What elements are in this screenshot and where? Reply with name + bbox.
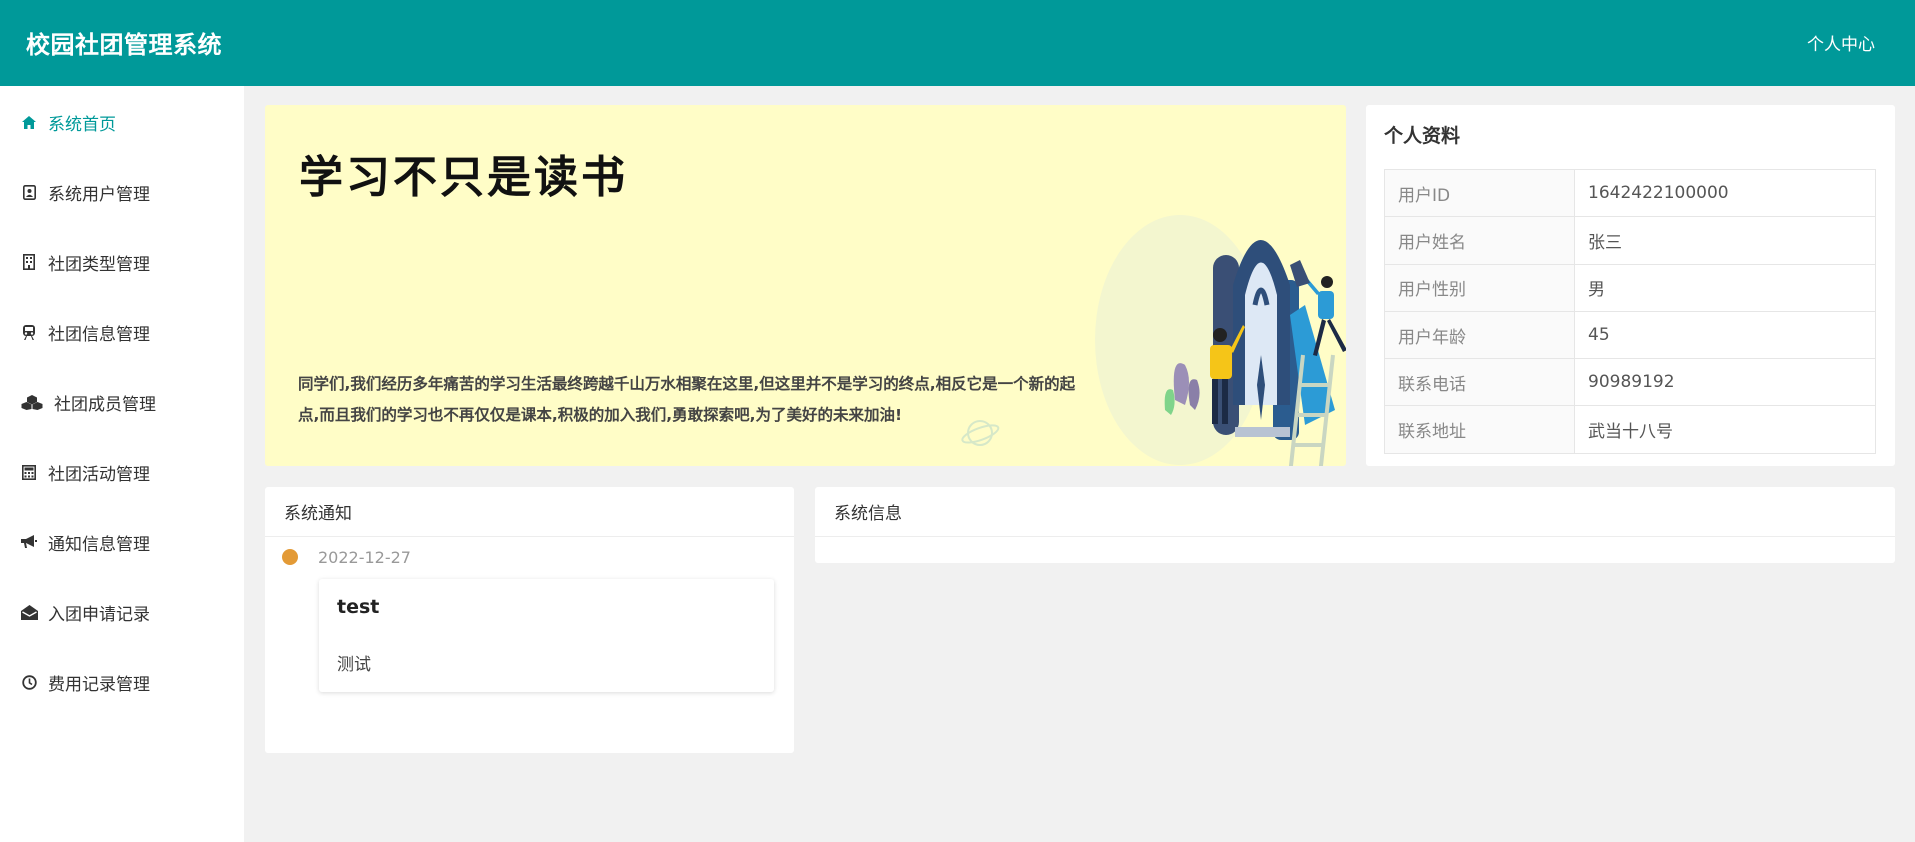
user-card-icon bbox=[18, 184, 40, 200]
sidebar: 系统首页 系统用户管理 社团类型管理 社团信息管理 社团成员管理 社团活动管理 bbox=[0, 86, 244, 842]
top-header: 校园社团管理系统 个人中心 bbox=[0, 0, 1915, 86]
table-row: 用户年龄 45 bbox=[1384, 310, 1876, 360]
system-info-card: 系统信息 bbox=[815, 487, 1895, 563]
bullhorn-icon bbox=[18, 535, 40, 549]
table-row: 用户ID 1642422100000 bbox=[1384, 168, 1876, 218]
sidebar-item-label: 系统用户管理 bbox=[48, 184, 150, 205]
profile-value: 90989192 bbox=[1574, 358, 1876, 407]
home-icon bbox=[18, 115, 40, 129]
sidebar-item-label: 入团申请记录 bbox=[48, 604, 150, 625]
sidebar-item-label: 社团成员管理 bbox=[54, 394, 156, 415]
profile-key: 联系地址 bbox=[1384, 405, 1575, 454]
sidebar-item-label: 社团活动管理 bbox=[48, 464, 150, 485]
profile-key: 联系电话 bbox=[1384, 358, 1575, 407]
table-row: 用户性别 男 bbox=[1384, 263, 1876, 312]
table-row: 联系地址 武当十八号 bbox=[1384, 405, 1876, 454]
system-info-title: 系统信息 bbox=[815, 487, 1895, 537]
sidebar-item-fees[interactable]: 费用记录管理 bbox=[0, 662, 244, 702]
planet-icon bbox=[961, 420, 1000, 446]
profile-value: 1642422100000 bbox=[1574, 168, 1876, 218]
timeline-dot bbox=[282, 549, 298, 565]
sidebar-item-label: 社团类型管理 bbox=[48, 254, 150, 275]
train-icon bbox=[18, 324, 40, 340]
notice-card-title: 系统通知 bbox=[265, 487, 794, 537]
envelope-open-icon bbox=[18, 604, 40, 620]
user-center-link[interactable]: 个人中心 bbox=[1807, 30, 1875, 55]
profile-key: 用户性别 bbox=[1384, 263, 1575, 312]
profile-key: 用户姓名 bbox=[1384, 216, 1575, 265]
profile-card: 个人资料 用户ID 1642422100000 用户姓名 张三 用户性别 男 用… bbox=[1366, 105, 1895, 466]
sidebar-item-notices[interactable]: 通知信息管理 bbox=[0, 522, 244, 562]
sidebar-item-label: 社团信息管理 bbox=[48, 324, 150, 345]
profile-value: 男 bbox=[1574, 263, 1876, 312]
sidebar-item-home[interactable]: 系统首页 bbox=[0, 102, 244, 142]
building-icon bbox=[18, 254, 40, 270]
sidebar-item-label: 系统首页 bbox=[48, 114, 116, 135]
notice-content: 测试 bbox=[337, 655, 371, 675]
profile-key: 用户年龄 bbox=[1384, 310, 1575, 360]
sidebar-item-applications[interactable]: 入团申请记录 bbox=[0, 592, 244, 632]
sidebar-item-club-activities[interactable]: 社团活动管理 bbox=[0, 452, 244, 492]
notice-item[interactable]: test 测试 bbox=[319, 579, 774, 692]
table-row: 用户姓名 张三 bbox=[1384, 216, 1876, 265]
welcome-banner: 学习不只是读书 同学们,我们经历多年痛苦的学习生活最终跨越千山万水相聚在这里,但… bbox=[265, 105, 1346, 466]
cubes-icon bbox=[18, 394, 46, 410]
profile-table: 用户ID 1642422100000 用户姓名 张三 用户性别 男 用户年龄 4… bbox=[1384, 168, 1876, 454]
app-title: 校园社团管理系统 bbox=[26, 31, 222, 59]
clock-icon bbox=[18, 674, 40, 690]
notice-date: 2022-12-27 bbox=[318, 548, 411, 567]
sidebar-item-club-members[interactable]: 社团成员管理 bbox=[0, 382, 244, 422]
profile-value: 张三 bbox=[1574, 216, 1876, 265]
notice-card: 系统通知 2022-12-27 test 测试 bbox=[265, 487, 794, 753]
sidebar-item-label: 通知信息管理 bbox=[48, 534, 150, 555]
notice-title: test bbox=[337, 596, 380, 618]
rocket-illustration bbox=[1095, 215, 1346, 466]
profile-value: 武当十八号 bbox=[1574, 405, 1876, 454]
table-row: 联系电话 90989192 bbox=[1384, 358, 1876, 407]
banner-title: 学习不只是读书 bbox=[299, 152, 628, 203]
sidebar-item-club-info[interactable]: 社团信息管理 bbox=[0, 312, 244, 352]
sidebar-item-club-types[interactable]: 社团类型管理 bbox=[0, 242, 244, 282]
sidebar-item-users[interactable]: 系统用户管理 bbox=[0, 172, 244, 212]
profile-key: 用户ID bbox=[1384, 168, 1575, 218]
profile-value: 45 bbox=[1574, 310, 1876, 360]
profile-title: 个人资料 bbox=[1384, 125, 1461, 147]
sidebar-item-label: 费用记录管理 bbox=[48, 674, 150, 695]
calculator-icon bbox=[18, 464, 40, 480]
